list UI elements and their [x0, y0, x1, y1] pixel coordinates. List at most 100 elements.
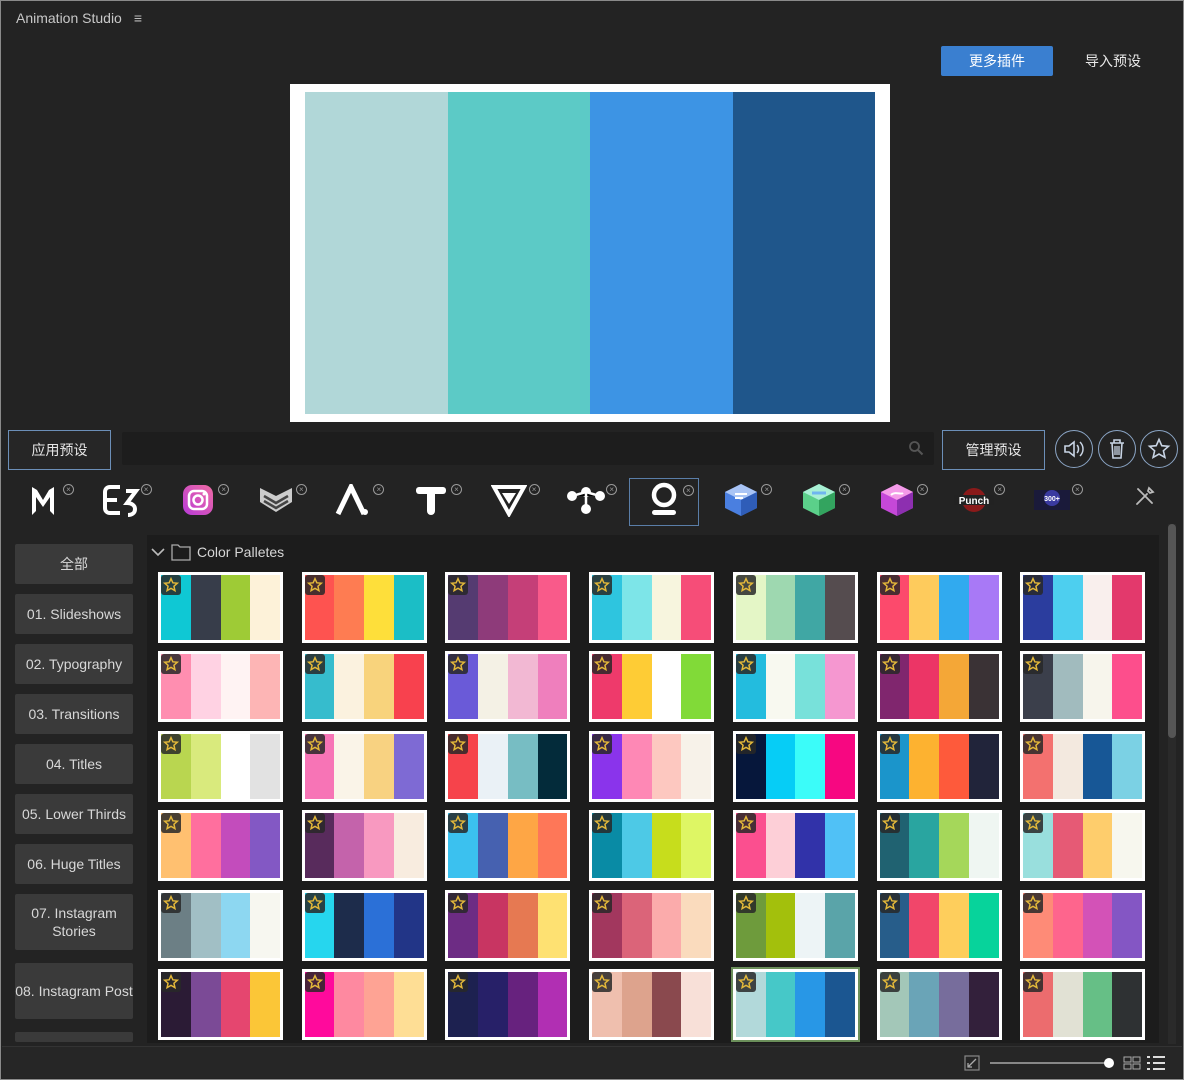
favorite-star-icon[interactable]: [1023, 892, 1044, 913]
palette-thumbnail[interactable]: [445, 810, 571, 882]
fit-size-icon[interactable]: [964, 1055, 980, 1071]
favorite-star-icon[interactable]: [879, 654, 900, 675]
palette-thumbnail[interactable]: [301, 730, 427, 802]
palette-thumbnail[interactable]: [876, 730, 1002, 802]
plugin-instagram[interactable]: ×: [163, 478, 233, 526]
favorite-star-icon[interactable]: [304, 813, 325, 834]
palette-thumbnail[interactable]: [732, 572, 858, 643]
remove-plugin-icon[interactable]: ×: [373, 484, 385, 495]
favorite-star-icon[interactable]: [1023, 972, 1044, 992]
plugin-cube-blue[interactable]: ×: [706, 478, 776, 526]
category-item-partial[interactable]: [15, 1032, 133, 1042]
category-item[interactable]: 02. Typography: [15, 644, 133, 684]
import-presets-button[interactable]: 导入预设: [1070, 46, 1156, 76]
palette-thumbnail[interactable]: [445, 651, 571, 723]
palette-thumbnail[interactable]: [445, 572, 571, 643]
plugin-m[interactable]: ×: [8, 478, 78, 526]
palette-thumbnail[interactable]: [1020, 730, 1146, 802]
favorite-star-icon[interactable]: [448, 654, 469, 675]
favorite-star-icon[interactable]: [592, 892, 613, 913]
favorite-star-icon[interactable]: [1023, 654, 1044, 675]
remove-plugin-icon[interactable]: ×: [1071, 484, 1083, 495]
favorite-star-icon[interactable]: [735, 654, 756, 675]
remove-plugin-icon[interactable]: ×: [140, 484, 152, 495]
plugin-e[interactable]: ×: [86, 478, 156, 526]
palette-thumbnail[interactable]: [445, 969, 571, 1040]
category-item[interactable]: 04. Titles: [15, 744, 133, 784]
palette-thumbnail[interactable]: [1020, 572, 1146, 643]
category-item[interactable]: 06. Huge Titles: [15, 844, 133, 884]
palette-thumbnail[interactable]: [589, 969, 715, 1040]
palette-thumbnail[interactable]: [445, 889, 571, 961]
sound-button[interactable]: [1055, 430, 1093, 468]
palette-thumbnail[interactable]: [1020, 651, 1146, 723]
plugin-cube-pink[interactable]: ×: [862, 478, 932, 526]
category-item[interactable]: 07. Instagram Stories: [15, 894, 133, 950]
palette-thumbnail[interactable]: [301, 651, 427, 723]
favorite-star-icon[interactable]: [304, 654, 325, 675]
remove-plugin-icon[interactable]: ×: [528, 484, 540, 495]
favorite-star-icon[interactable]: [448, 733, 469, 754]
favorite-star-icon[interactable]: [161, 813, 181, 834]
favorite-star-icon[interactable]: [592, 733, 613, 754]
palette-thumbnail[interactable]: [732, 651, 858, 723]
palette-thumbnail[interactable]: [158, 889, 283, 961]
palette-thumbnail[interactable]: [589, 889, 715, 961]
tools-icon[interactable]: [1134, 485, 1156, 507]
favorite-star-icon[interactable]: [304, 972, 325, 992]
favorite-star-icon[interactable]: [448, 892, 469, 913]
remove-plugin-icon[interactable]: ×: [682, 485, 694, 496]
category-item[interactable]: 05. Lower Thirds: [15, 794, 133, 834]
favorite-star-icon[interactable]: [161, 654, 181, 675]
palette-thumbnail[interactable]: [730, 967, 860, 1042]
category-item[interactable]: 03. Transitions: [15, 694, 133, 734]
palette-thumbnail[interactable]: [445, 730, 571, 802]
palette-thumbnail[interactable]: [876, 969, 1002, 1040]
palette-thumbnail[interactable]: [589, 572, 715, 643]
manage-presets-button[interactable]: 管理预设: [942, 430, 1045, 470]
palette-thumbnail[interactable]: [158, 572, 283, 643]
plugin-chevron[interactable]: ×: [241, 478, 311, 526]
more-plugins-button[interactable]: 更多插件: [941, 46, 1053, 76]
palette-thumbnail[interactable]: [589, 810, 715, 882]
palette-thumbnail[interactable]: [158, 969, 283, 1040]
palette-thumbnail[interactable]: [876, 810, 1002, 882]
thumbnail-size-slider[interactable]: [990, 1058, 1114, 1068]
plugin-transitions[interactable]: 300+ ×: [1017, 478, 1087, 526]
palette-thumbnail[interactable]: [301, 969, 427, 1040]
favorite-star-icon[interactable]: [161, 733, 181, 754]
plugin-nodes[interactable]: ×: [551, 478, 621, 526]
category-item[interactable]: 08. Instagram Post: [15, 963, 133, 1019]
favorite-star-icon[interactable]: [735, 892, 756, 913]
grid-scrollbar[interactable]: [1168, 524, 1176, 1044]
slider-knob[interactable]: [1104, 1058, 1114, 1068]
plugin-t[interactable]: ×: [396, 478, 466, 526]
favorite-star-icon[interactable]: [304, 575, 325, 595]
favorite-star-icon[interactable]: [735, 733, 756, 754]
palette-thumbnail[interactable]: [589, 651, 715, 723]
palette-thumbnail[interactable]: [301, 810, 427, 882]
remove-plugin-icon[interactable]: ×: [761, 484, 773, 495]
remove-plugin-icon[interactable]: ×: [994, 484, 1006, 495]
apply-preset-button[interactable]: 应用预设: [8, 430, 111, 470]
plugin-cube-green[interactable]: ×: [784, 478, 854, 526]
palette-thumbnail[interactable]: [158, 730, 283, 802]
palette-thumbnail[interactable]: [876, 889, 1002, 961]
plugin-a[interactable]: ×: [318, 478, 388, 526]
favorite-star-icon[interactable]: [735, 972, 756, 992]
palette-thumbnail[interactable]: [301, 889, 427, 961]
list-view-icon[interactable]: [1146, 1055, 1166, 1071]
search-input[interactable]: [122, 432, 934, 465]
favorite-star-icon[interactable]: [304, 733, 325, 754]
favorite-star-icon[interactable]: [161, 575, 181, 595]
palette-thumbnail[interactable]: [301, 572, 427, 643]
favorite-star-icon[interactable]: [735, 813, 756, 834]
palette-thumbnail[interactable]: [158, 651, 283, 723]
favorite-star-icon[interactable]: [592, 575, 613, 595]
delete-button[interactable]: [1098, 430, 1136, 468]
favorite-star-icon[interactable]: [448, 972, 469, 992]
favorite-star-icon[interactable]: [161, 892, 181, 913]
favorite-star-icon[interactable]: [735, 575, 756, 595]
favorite-star-icon[interactable]: [161, 972, 181, 992]
palette-thumbnail[interactable]: [1020, 810, 1146, 882]
